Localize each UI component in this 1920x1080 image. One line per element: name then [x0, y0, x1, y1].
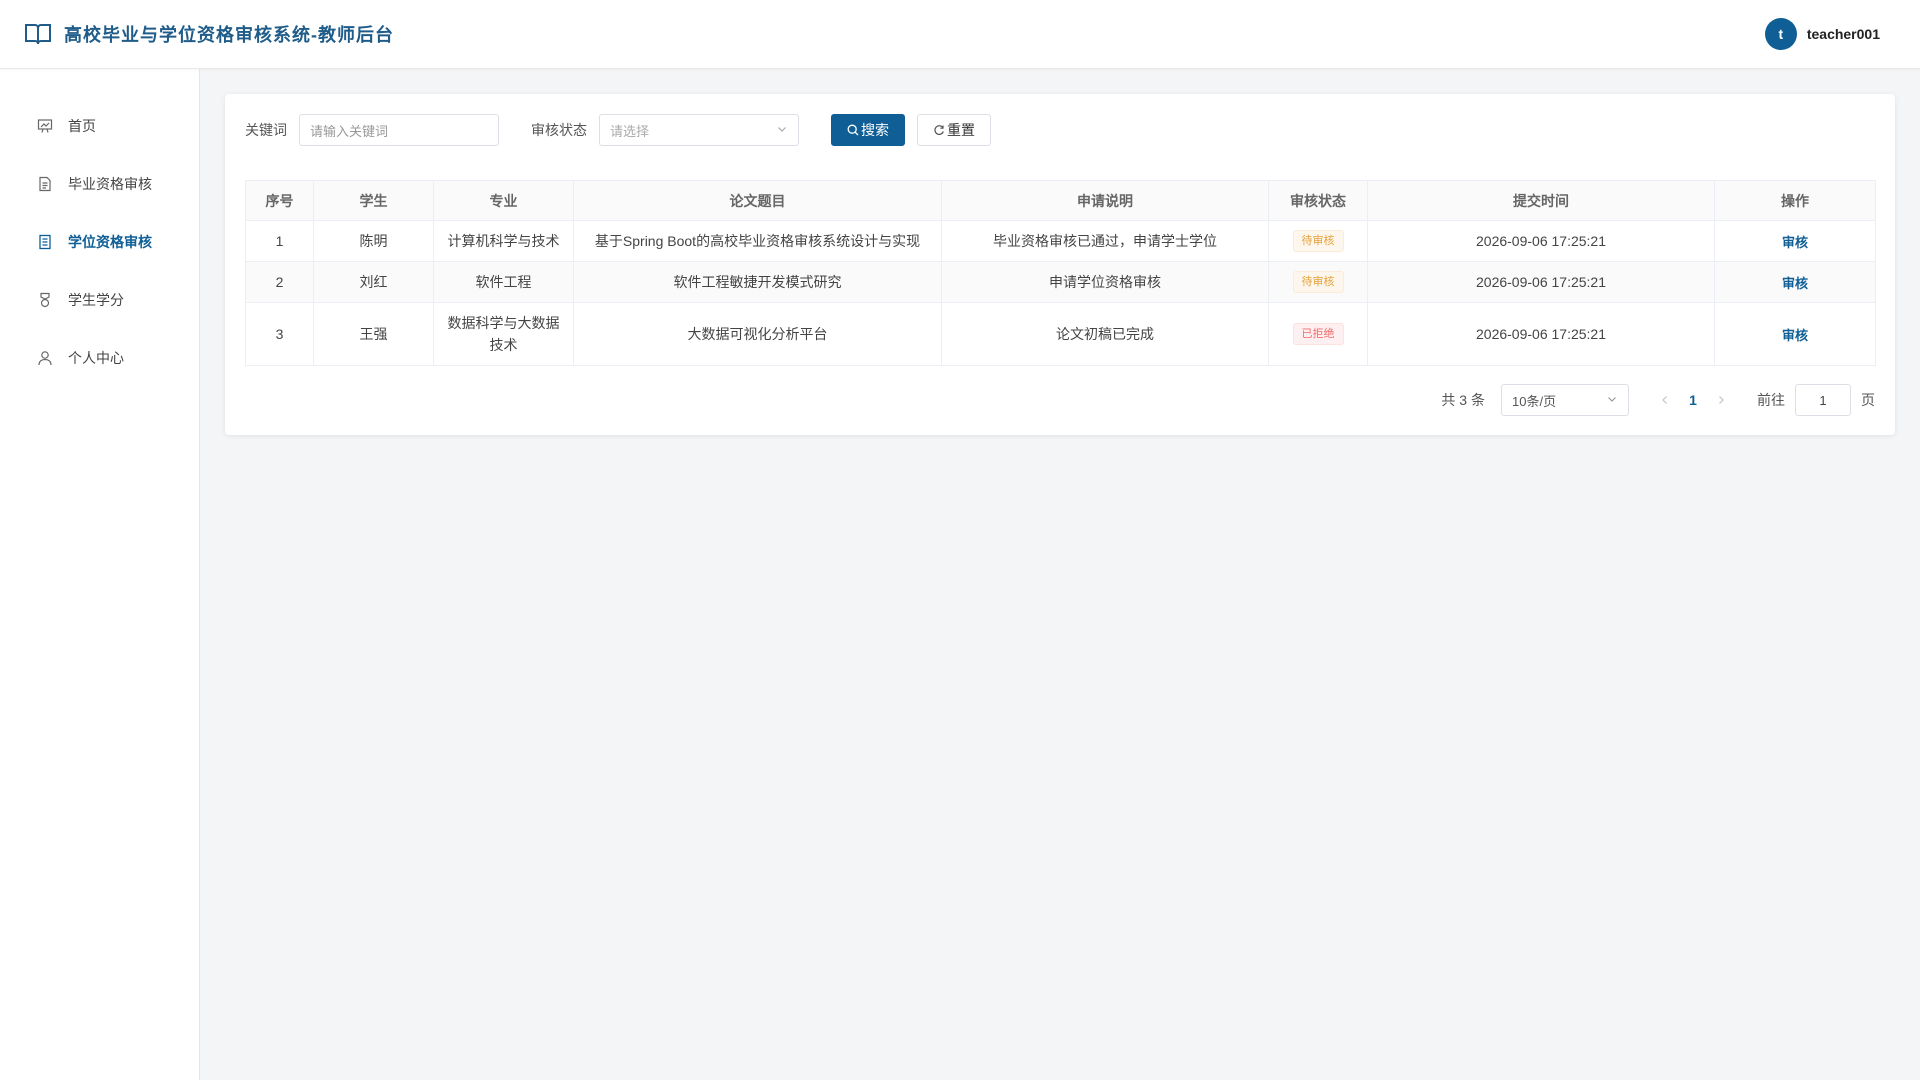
avatar[interactable]: t [1764, 18, 1797, 50]
content-card: 关键词 请输入关键词 审核状态 请选择 搜索 重置 序号 学生 专业 论文题目 … [225, 94, 1895, 435]
review-link[interactable]: 审核 [1782, 235, 1808, 250]
table-row: 2 刘红 软件工程 软件工程敏捷开发模式研究 申请学位资格审核 待审核 2026… [245, 261, 1876, 303]
filter-bar: 关键词 请输入关键词 审核状态 请选择 搜索 重置 [245, 114, 1875, 146]
cell-note: 论文初稿已完成 [941, 302, 1269, 366]
top-header: 高校毕业与学位资格审核系统-教师后台 t teacher001 [0, 0, 1920, 69]
goto-page-input[interactable]: 1 [1795, 384, 1851, 416]
review-link[interactable]: 审核 [1782, 328, 1808, 343]
book-icon [24, 20, 52, 48]
sidebar: 首页 毕业资格审核 学位资格审核 学生学分 个人中心 [0, 69, 200, 1080]
cell-index: 1 [245, 220, 314, 262]
column-header: 提交时间 [1367, 180, 1715, 221]
cell-index: 2 [245, 261, 314, 303]
cell-action: 审核 [1714, 220, 1876, 262]
status-badge: 待审核 [1292, 271, 1344, 293]
status-badge: 已拒绝 [1292, 323, 1344, 345]
cell-thesis: 大数据可视化分析平台 [573, 302, 942, 366]
search-button-label: 搜索 [861, 122, 889, 138]
cell-note: 毕业资格审核已通过，申请学士学位 [941, 220, 1269, 262]
user-icon [36, 349, 54, 367]
brand: 高校毕业与学位资格审核系统-教师后台 [24, 20, 394, 48]
column-header: 审核状态 [1268, 180, 1368, 221]
cell-action: 审核 [1714, 261, 1876, 303]
medal-icon [36, 291, 54, 309]
cell-index: 3 [245, 302, 314, 366]
chevron-left-icon [1662, 396, 1667, 404]
sidebar-item-label: 个人中心 [68, 350, 124, 366]
page-number[interactable]: 1 [1677, 392, 1709, 408]
sidebar-item-profile[interactable]: 个人中心 [0, 329, 199, 387]
table-row: 1 陈明 计算机科学与技术 基于Spring Boot的高校毕业资格审核系统设计… [245, 220, 1876, 262]
user-menu[interactable]: t teacher001 [1764, 18, 1880, 50]
cell-major: 软件工程 [433, 261, 574, 303]
cell-student: 陈明 [313, 220, 434, 262]
cell-note: 申请学位资格审核 [941, 261, 1269, 303]
cell-thesis: 软件工程敏捷开发模式研究 [573, 261, 942, 303]
search-icon [847, 124, 859, 136]
next-page-button[interactable] [1709, 392, 1733, 408]
username[interactable]: teacher001 [1807, 26, 1880, 42]
page-suffix: 页 [1861, 392, 1875, 408]
column-header: 申请说明 [941, 180, 1269, 221]
sidebar-item-label: 学生学分 [68, 292, 124, 308]
status-select[interactable]: 请选择 [599, 114, 799, 146]
sidebar-item-label: 毕业资格审核 [68, 176, 152, 192]
cell-major: 计算机科学与技术 [433, 220, 574, 262]
table-row: 3 王强 数据科学与大数据技术 大数据可视化分析平台 论文初稿已完成 已拒绝 2… [245, 302, 1876, 366]
sidebar-item-home[interactable]: 首页 [0, 97, 199, 155]
cell-student: 刘红 [313, 261, 434, 303]
status-placeholder: 请选择 [610, 123, 650, 139]
total-count: 共 3 条 [1441, 392, 1485, 408]
sidebar-item-degree-review[interactable]: 学位资格审核 [0, 213, 199, 271]
cell-status: 待审核 [1268, 261, 1368, 303]
search-button[interactable]: 搜索 [831, 114, 905, 146]
cell-time: 2026-09-06 17:25:21 [1367, 261, 1715, 303]
keyword-placeholder: 请输入关键词 [310, 123, 389, 139]
column-header: 论文题目 [573, 180, 942, 221]
sidebar-item-student-credits[interactable]: 学生学分 [0, 271, 199, 329]
sidebar-item-label: 学位资格审核 [68, 234, 152, 250]
column-header: 序号 [245, 180, 314, 221]
prev-page-button[interactable] [1653, 392, 1677, 408]
document-list-icon [36, 233, 54, 251]
cell-action: 审核 [1714, 302, 1876, 366]
cell-status: 已拒绝 [1268, 302, 1368, 366]
app-title: 高校毕业与学位资格审核系统-教师后台 [64, 25, 394, 45]
table-header-row: 序号 学生 专业 论文题目 申请说明 审核状态 提交时间 操作 [245, 180, 1876, 221]
reset-button-label: 重置 [947, 122, 975, 138]
column-header: 专业 [433, 180, 574, 221]
page-size-select[interactable]: 10条/页 [1501, 384, 1629, 416]
cell-time: 2026-09-06 17:25:21 [1367, 302, 1715, 366]
cell-student: 王强 [313, 302, 434, 366]
chevron-down-icon [776, 123, 788, 138]
sidebar-item-label: 首页 [68, 118, 96, 134]
status-badge: 待审核 [1292, 230, 1344, 252]
cell-status: 待审核 [1268, 220, 1368, 262]
goto-label: 前往 [1757, 392, 1785, 408]
document-icon [36, 175, 54, 193]
page-size-value: 10条/页 [1512, 393, 1557, 409]
pagination: 共 3 条 10条/页 1 前往 1 页 [245, 384, 1875, 416]
keyword-label: 关键词 [245, 122, 287, 138]
sidebar-item-graduation-review[interactable]: 毕业资格审核 [0, 155, 199, 213]
chevron-right-icon [1719, 396, 1724, 404]
reset-button[interactable]: 重置 [917, 114, 991, 146]
column-header: 学生 [313, 180, 434, 221]
presentation-icon [36, 117, 54, 135]
cell-major: 数据科学与大数据技术 [433, 302, 574, 366]
review-link[interactable]: 审核 [1782, 276, 1808, 291]
keyword-input[interactable]: 请输入关键词 [299, 114, 499, 146]
cell-time: 2026-09-06 17:25:21 [1367, 220, 1715, 262]
chevron-down-icon [1606, 393, 1618, 408]
column-header: 操作 [1714, 180, 1876, 221]
degree-review-table: 序号 学生 专业 论文题目 申请说明 审核状态 提交时间 操作 1 陈明 计算机… [245, 180, 1876, 366]
refresh-icon [933, 124, 945, 136]
status-label: 审核状态 [531, 122, 587, 138]
cell-thesis: 基于Spring Boot的高校毕业资格审核系统设计与实现 [573, 220, 942, 262]
